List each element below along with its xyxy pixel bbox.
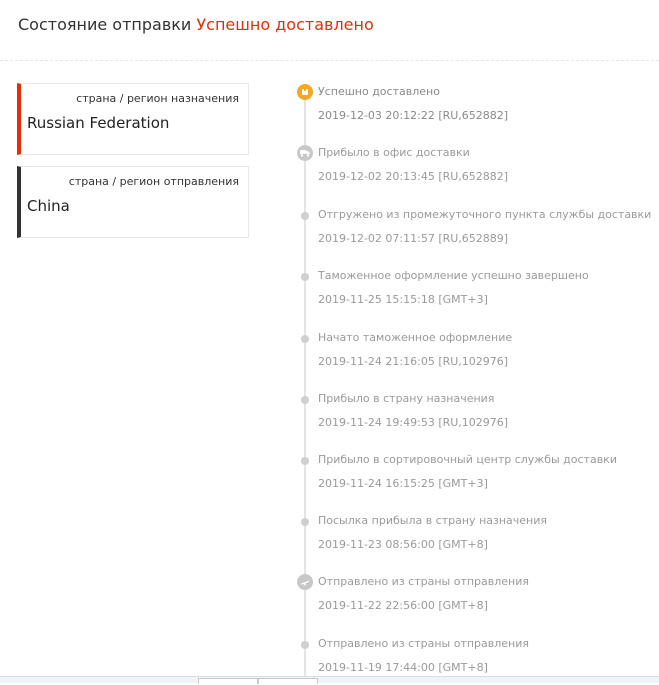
tracking-event: Прибыло в сортировочный центр службы дос… (296, 451, 656, 501)
event-time: 2019-11-22 22:56:00 [GMT+8] (318, 599, 488, 612)
plane-icon (297, 574, 313, 590)
tracking-event: Успешно доставлено 2019-12-03 20:12:22 [… (296, 83, 656, 133)
tracking-event: Отгружено из промежуточного пункта служб… (296, 206, 656, 256)
event-time: 2019-12-02 07:11:57 [RU,652889] (318, 232, 509, 245)
origin-country-card: страна / регион отправления China (17, 166, 249, 238)
event-time: 2019-11-24 21:16:05 [RU,102976] (318, 355, 509, 368)
dot-icon (301, 457, 309, 465)
event-time: 2019-12-02 20:13:45 [RU,652882] (318, 170, 509, 183)
event-title: Посылка прибыла в страну назначения (318, 514, 548, 527)
event-time: 2019-11-24 16:15:25 [GMT+3] (318, 477, 488, 490)
package-delivered-icon (297, 84, 313, 100)
event-time: 2019-11-25 15:15:18 [GMT+3] (318, 293, 488, 306)
destination-country-card: страна / регион назначения Russian Feder… (17, 83, 249, 155)
event-title: Отгружено из промежуточного пункта служб… (318, 208, 652, 221)
event-title: Отправлено из страны отправления (318, 637, 530, 650)
taskbar-tab[interactable] (258, 678, 318, 684)
origin-label: страна / регион отправления (68, 175, 239, 188)
event-title: Успешно доставлено (318, 85, 440, 98)
dot-icon (301, 212, 309, 220)
event-title: Прибыло в страну назначения (318, 392, 495, 405)
dot-icon (301, 518, 309, 526)
tracking-event: Прибыло в страну назначения 2019-11-24 1… (296, 390, 656, 440)
delivery-status-text: Успешно доставлено (196, 15, 374, 34)
status-heading: Состояние отправки (18, 15, 192, 34)
tracking-event: Посылка прибыла в страну назначения 2019… (296, 512, 656, 562)
taskbar-tab[interactable] (198, 678, 258, 684)
destination-label: страна / регион назначения (76, 92, 239, 105)
destination-country: Russian Federation (27, 114, 170, 132)
event-title: Отправлено из страны отправления (318, 575, 530, 588)
truck-icon (297, 145, 313, 161)
event-time: 2019-12-03 20:12:22 [RU,652882] (318, 109, 509, 122)
event-title: Начато таможенное оформление (318, 331, 513, 344)
event-time: 2019-11-19 17:44:00 [GMT+8] (318, 661, 488, 674)
shipment-status-header: Состояние отправки Успешно доставлено (18, 14, 374, 36)
tracking-event: Таможенное оформление успешно завершено … (296, 267, 656, 317)
tracking-event: Прибыло в офис доставки 2019-12-02 20:13… (296, 144, 656, 194)
event-title: Таможенное оформление успешно завершено (318, 269, 589, 282)
dot-icon (301, 396, 309, 404)
event-time: 2019-11-23 08:56:00 [GMT+8] (318, 538, 488, 551)
event-title: Прибыло в сортировочный центр службы дос… (318, 453, 617, 466)
event-title: Прибыло в офис доставки (318, 146, 470, 159)
dot-icon (301, 273, 309, 281)
origin-country: China (27, 197, 70, 215)
dot-icon (301, 641, 309, 649)
header-divider (0, 60, 659, 61)
tracking-event: Начато таможенное оформление 2019-11-24 … (296, 329, 656, 379)
tracking-event: Отправлено из страны отправления 2019-11… (296, 573, 656, 623)
event-time: 2019-11-24 19:49:53 [RU,102976] (318, 416, 509, 429)
dot-icon (301, 335, 309, 343)
